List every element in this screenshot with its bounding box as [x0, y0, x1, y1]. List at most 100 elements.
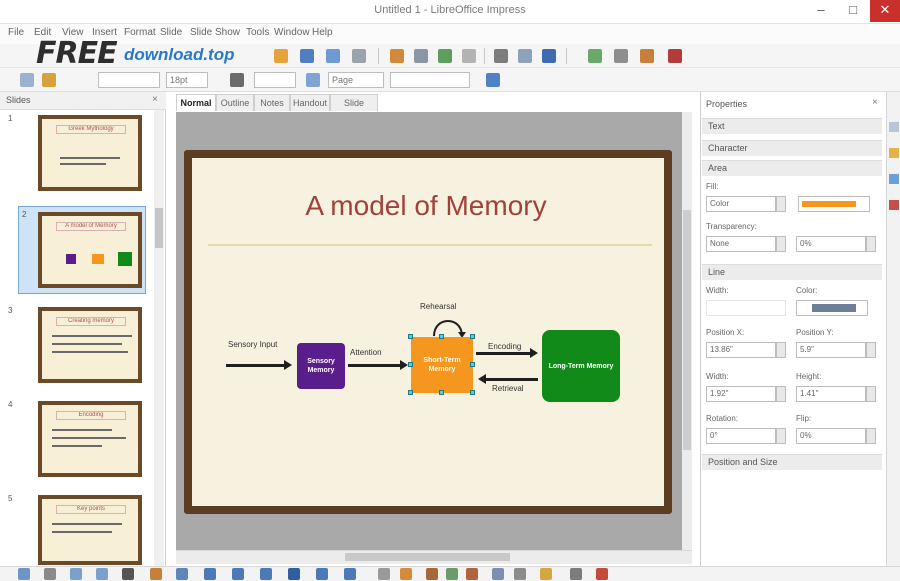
tab-handout[interactable]: Handout	[290, 94, 330, 111]
text-icon[interactable]	[122, 568, 134, 580]
close-properties-icon[interactable]: ×	[872, 97, 878, 108]
section-text[interactable]: Text	[702, 118, 882, 134]
fontwork-icon[interactable]	[400, 568, 412, 580]
selection-handle[interactable]	[408, 390, 413, 395]
symbol-shapes-icon[interactable]	[232, 568, 244, 580]
ellipse-icon[interactable]	[96, 568, 108, 580]
undo-icon[interactable]	[352, 49, 366, 63]
selection-handle[interactable]	[408, 362, 413, 367]
line-style-icon[interactable]	[230, 73, 244, 87]
flowchart-icon[interactable]	[288, 568, 300, 580]
selection-handle[interactable]	[439, 390, 444, 395]
canvas-vertical-scroll-thumb[interactable]	[683, 210, 691, 450]
short-term-memory-box[interactable]: Short-Term Memory	[411, 337, 473, 393]
stop-icon[interactable]	[668, 49, 682, 63]
toggle-extrusion-icon[interactable]	[596, 568, 608, 580]
transparency-percent[interactable]: 0%	[796, 236, 866, 252]
transparency-dropdown[interactable]	[776, 236, 786, 252]
line-width-select[interactable]	[706, 300, 786, 316]
line-color-select[interactable]	[796, 300, 868, 316]
slide-thumbnail-4[interactable]: Encoding	[38, 401, 142, 477]
slide-thumbnail-5[interactable]: Key points	[38, 495, 142, 565]
align-icon[interactable]	[514, 568, 526, 580]
area-style-field[interactable]: Page	[328, 72, 384, 88]
selection-handle[interactable]	[470, 334, 475, 339]
pointer-icon[interactable]	[20, 73, 34, 87]
selection-handle[interactable]	[408, 334, 413, 339]
grid-icon[interactable]	[614, 49, 628, 63]
callouts-icon[interactable]	[316, 568, 328, 580]
tab-slide-sorter[interactable]: Slide Sorter	[330, 94, 378, 124]
block-arrows-icon[interactable]	[260, 568, 272, 580]
section-line[interactable]: Line	[702, 264, 882, 280]
points-icon[interactable]	[378, 568, 390, 580]
fill-type-dropdown[interactable]	[776, 196, 786, 212]
canvas-horizontal-scroll-thumb[interactable]	[345, 553, 510, 561]
area-fill-field[interactable]	[390, 72, 470, 88]
long-term-memory-box[interactable]: Long-Term Memory	[542, 330, 620, 402]
area-icon[interactable]	[306, 73, 320, 87]
select-icon[interactable]	[18, 568, 30, 580]
menu-help[interactable]: Help	[312, 27, 333, 38]
font-size-field[interactable]: 18pt	[166, 72, 208, 88]
section-area[interactable]: Area	[702, 160, 882, 176]
shadow-icon[interactable]	[486, 73, 500, 87]
slideshow-icon[interactable]	[588, 49, 602, 63]
slides-scroll-thumb[interactable]	[155, 208, 163, 248]
slide-thumbnail-1[interactable]: Greek Mythology	[38, 115, 142, 191]
shadow-toggle-icon[interactable]	[570, 568, 582, 580]
new-icon[interactable]	[274, 49, 288, 63]
font-name-field[interactable]	[98, 72, 160, 88]
extrusion-icon[interactable]	[466, 568, 478, 580]
slide-title[interactable]: A model of Memory	[206, 190, 646, 222]
tab-outline[interactable]: Outline	[216, 94, 254, 111]
basic-shapes-icon[interactable]	[204, 568, 216, 580]
width-spin[interactable]	[776, 386, 786, 402]
flip-field[interactable]: 0%	[796, 428, 866, 444]
fill-type-select[interactable]: Color	[706, 196, 776, 212]
save-icon[interactable]	[326, 49, 340, 63]
selection-handle[interactable]	[470, 362, 475, 367]
width-field[interactable]: 1.92"	[706, 386, 776, 402]
textbox-icon[interactable]	[462, 49, 476, 63]
slide-thumbnail-3[interactable]: Creating memory	[38, 307, 142, 383]
selection-handle[interactable]	[439, 334, 444, 339]
fill-color-select[interactable]	[798, 196, 870, 212]
flip-spin[interactable]	[866, 428, 876, 444]
properties-deck-icon[interactable]	[889, 122, 899, 132]
position-x-field[interactable]: 13.86"	[706, 342, 776, 358]
maximize-button[interactable]: □	[838, 0, 868, 22]
connector-icon[interactable]	[176, 568, 188, 580]
image-icon[interactable]	[390, 49, 404, 63]
menu-slide[interactable]: Slide	[160, 27, 182, 38]
close-pane-icon[interactable]: ×	[152, 94, 158, 105]
rotation-field[interactable]: 0°	[706, 428, 776, 444]
menu-format[interactable]: Format	[124, 27, 156, 38]
close-button[interactable]: ✕	[870, 0, 900, 22]
sensory-memory-box[interactable]: Sensory Memory	[297, 343, 345, 389]
section-character[interactable]: Character	[702, 140, 882, 156]
styles-deck-icon[interactable]	[889, 148, 899, 158]
stars-icon[interactable]	[344, 568, 356, 580]
brush-icon[interactable]	[42, 73, 56, 87]
copy-icon[interactable]	[518, 49, 532, 63]
height-spin[interactable]	[866, 386, 876, 402]
table-icon[interactable]	[414, 49, 428, 63]
from-file-icon[interactable]	[426, 568, 438, 580]
transform-icon[interactable]	[492, 568, 504, 580]
gallery-deck-icon[interactable]	[889, 174, 899, 184]
cut-icon[interactable]	[494, 49, 508, 63]
arrange-icon[interactable]	[540, 568, 552, 580]
menu-slideshow[interactable]: Slide Show	[190, 27, 240, 38]
menu-file[interactable]: File	[8, 27, 24, 38]
tab-normal[interactable]: Normal	[176, 94, 216, 111]
menu-tools[interactable]: Tools	[246, 27, 269, 38]
transparency-spin[interactable]	[866, 236, 876, 252]
rotation-spin[interactable]	[776, 428, 786, 444]
position-y-spin[interactable]	[866, 342, 876, 358]
gallery-icon[interactable]	[446, 568, 458, 580]
line-width-field[interactable]	[254, 72, 296, 88]
menu-window[interactable]: Window	[274, 27, 310, 38]
display-icon[interactable]	[640, 49, 654, 63]
paste-icon[interactable]	[542, 49, 556, 63]
